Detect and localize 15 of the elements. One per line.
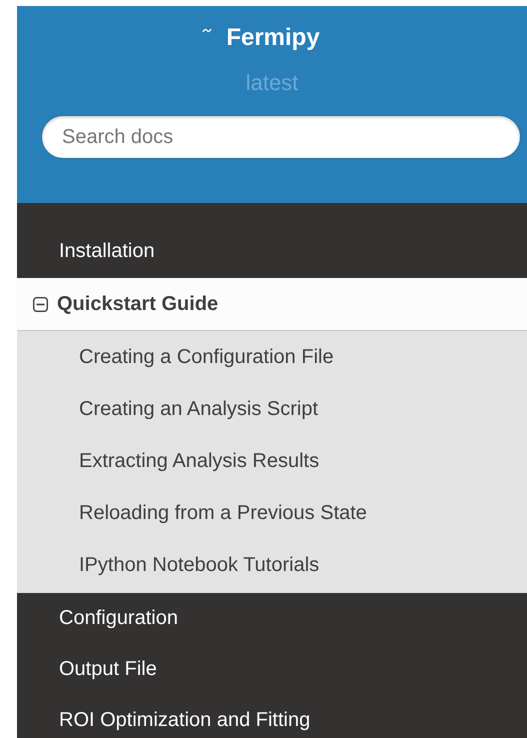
nav-link[interactable]: Reloading from a Previous State <box>17 487 527 539</box>
nav-link[interactable]: Quickstart Guide <box>17 278 527 331</box>
nav-link[interactable]: Extracting Analysis Results <box>17 435 527 487</box>
collapse-icon[interactable] <box>33 296 48 312</box>
nav-link[interactable]: Output File <box>17 644 527 695</box>
nav-link[interactable]: Creating a Configuration File <box>17 331 527 383</box>
project-title[interactable]: Fermipy <box>226 22 320 54</box>
nav-link[interactable]: Configuration <box>17 593 527 644</box>
search-field[interactable]: Search docs <box>41 115 521 159</box>
nav-link[interactable]: IPython Notebook Tutorials <box>17 539 527 591</box>
nav-link[interactable]: ROI Optimization and Fitting <box>17 695 527 738</box>
tilde-icon <box>202 28 212 33</box>
nav-link[interactable]: Creating an Analysis Script <box>17 383 527 435</box>
version-label: latest <box>246 69 298 97</box>
nav-link[interactable]: Installation <box>17 225 527 278</box>
